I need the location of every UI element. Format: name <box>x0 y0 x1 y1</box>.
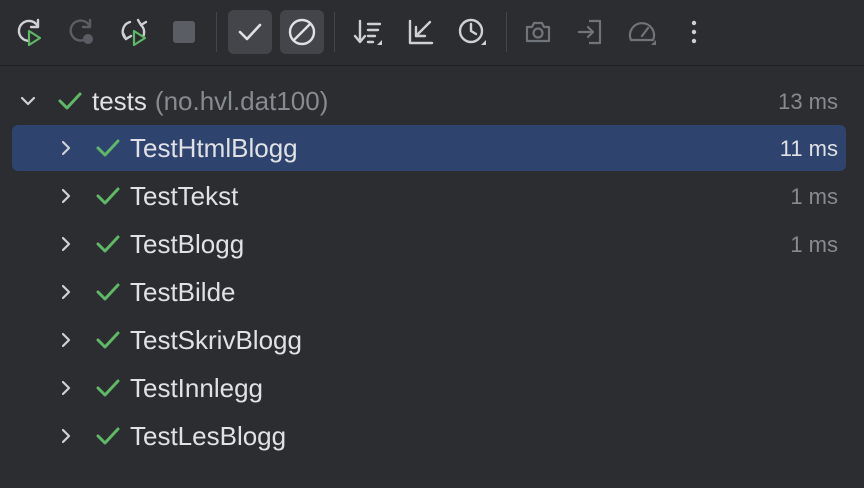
duration: 13 ms <box>778 89 838 114</box>
toggle-auto-test-button[interactable] <box>112 10 156 54</box>
import-tests-button[interactable] <box>516 10 560 54</box>
checkmark-icon <box>238 23 262 41</box>
gauge-icon <box>628 22 656 45</box>
chevron-right-icon[interactable] <box>54 136 78 160</box>
tree-node-test-skriv-blogg[interactable]: TestSkrivBlogg <box>12 317 846 363</box>
stop-button[interactable] <box>162 10 206 54</box>
stop-icon <box>173 21 195 43</box>
tree-node-test-blogg[interactable]: TestBlogg 1 ms <box>12 221 846 267</box>
chevron-right-icon[interactable] <box>54 328 78 352</box>
passed-check-icon <box>94 422 122 450</box>
export-icon <box>577 19 602 45</box>
tree-node-label: TestBilde <box>130 277 236 307</box>
passed-check-icon <box>94 374 122 402</box>
test-runner-toolbar <box>0 0 864 66</box>
chevron-right-icon[interactable] <box>54 232 78 256</box>
sort-by-duration-button[interactable] <box>450 10 494 54</box>
sort-icon <box>353 19 382 45</box>
chevron-down-icon[interactable] <box>16 89 40 113</box>
tree-node-test-tekst[interactable]: TestTekst 1 ms <box>12 173 846 219</box>
tree-node-label: TestTekst <box>130 181 239 211</box>
rerun-button[interactable] <box>8 10 52 54</box>
passed-check-icon <box>94 182 122 210</box>
toolbar-separator <box>506 12 507 52</box>
passed-check-icon <box>94 230 122 258</box>
passed-check-icon <box>94 278 122 306</box>
tree-node-label: tests (no.hvl.dat100) <box>92 87 328 115</box>
collapse-icon <box>408 19 434 45</box>
rerun-icon <box>17 18 42 47</box>
tree-node-label: TestInnlegg <box>130 373 263 403</box>
tree-node-test-innlegg[interactable]: TestInnlegg <box>12 365 846 411</box>
coverage-button[interactable] <box>620 10 664 54</box>
tree-root-node[interactable]: tests (no.hvl.dat100) 13 ms <box>12 78 846 124</box>
auto-rerun-icon <box>121 18 148 47</box>
ignored-icon <box>288 18 316 46</box>
suite-package: (no.hvl.dat100) <box>154 86 329 116</box>
export-tests-button[interactable] <box>568 10 612 54</box>
passed-check-icon <box>94 134 122 162</box>
toolbar-separator <box>216 12 217 52</box>
tree-node-test-les-blogg[interactable]: TestLesBlogg <box>12 413 846 459</box>
tree-node-label: TestSkrivBlogg <box>130 325 302 355</box>
more-options-button[interactable] <box>672 10 716 54</box>
tree-node-label: TestBlogg <box>130 229 245 259</box>
show-ignored-button[interactable] <box>280 10 324 54</box>
chevron-right-icon[interactable] <box>54 280 78 304</box>
collapse-all-button[interactable] <box>398 10 442 54</box>
chevron-right-icon[interactable] <box>54 424 78 448</box>
tree-node-label: TestLesBlogg <box>130 421 287 451</box>
duration: 11 ms <box>779 136 838 161</box>
camera-icon <box>525 21 551 43</box>
more-vertical-icon <box>691 20 697 44</box>
tree-node-test-html-blogg[interactable]: TestHtmlBlogg 11 ms <box>12 125 846 171</box>
passed-check-icon <box>56 87 84 115</box>
duration: 1 ms <box>790 232 838 257</box>
tree-node-label: TestHtmlBlogg <box>130 133 298 163</box>
rerun-failed-icon <box>69 18 93 44</box>
rerun-failed-button[interactable] <box>60 10 104 54</box>
tree-node-test-bilde[interactable]: TestBilde <box>12 269 846 315</box>
duration: 1 ms <box>790 184 838 209</box>
chevron-right-icon[interactable] <box>54 184 78 208</box>
sort-alphabetically-button[interactable] <box>346 10 390 54</box>
clock-icon <box>458 18 486 45</box>
passed-check-icon <box>94 326 122 354</box>
chevron-right-icon[interactable] <box>54 376 78 400</box>
suite-name: tests <box>92 86 147 116</box>
toolbar-separator <box>334 12 335 52</box>
show-passed-button[interactable] <box>228 10 272 54</box>
